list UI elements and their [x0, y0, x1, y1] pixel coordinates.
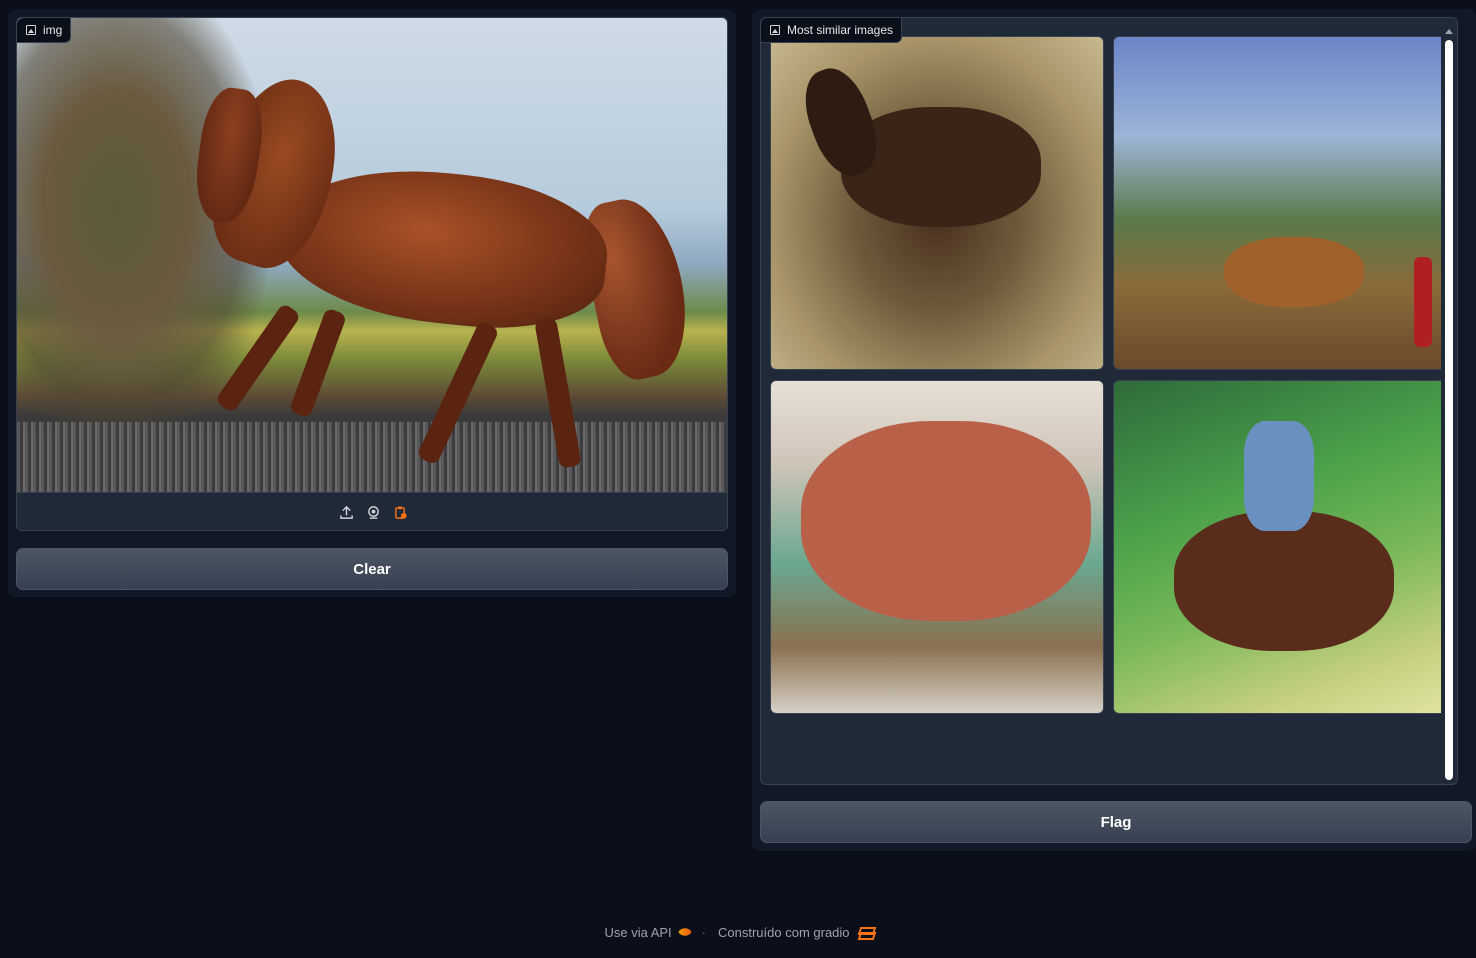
footer: Use via API · Construído com gradio — [0, 922, 1476, 942]
gradio-logo-icon — [858, 927, 872, 938]
use-via-api-link[interactable]: Use via API — [604, 925, 671, 940]
gallery-thumbnail[interactable] — [770, 380, 1104, 714]
image-input-label: img — [17, 18, 72, 43]
gallery-scrollbar[interactable] — [1441, 26, 1457, 784]
image-icon — [26, 25, 36, 35]
gallery-thumbnail[interactable] — [1113, 36, 1447, 370]
image-source-toolbar — [17, 492, 727, 530]
gallery-thumbnail[interactable] — [1113, 380, 1447, 714]
output-panel: Most similar images Flag — [752, 9, 1476, 851]
uploaded-image — [17, 18, 727, 492]
gallery-thumbnail[interactable] — [770, 36, 1104, 370]
footer-separator: · — [701, 924, 707, 940]
gallery-label-text: Most similar images — [787, 23, 894, 37]
webcam-icon[interactable] — [365, 504, 382, 521]
image-input[interactable]: img × — [16, 17, 728, 531]
input-panel: img × Clear — [8, 9, 736, 597]
rocket-icon — [677, 924, 692, 940]
flag-button[interactable]: Flag — [760, 801, 1472, 843]
upload-icon[interactable] — [338, 504, 355, 521]
clipboard-icon[interactable] — [392, 504, 409, 521]
similar-images-gallery: Most similar images — [760, 17, 1458, 785]
clear-button[interactable]: Clear — [16, 548, 728, 590]
image-input-label-text: img — [43, 23, 63, 37]
built-with-gradio-link[interactable]: Construído com gradio — [718, 925, 850, 940]
image-icon — [770, 25, 780, 35]
gallery-label: Most similar images — [761, 18, 903, 43]
